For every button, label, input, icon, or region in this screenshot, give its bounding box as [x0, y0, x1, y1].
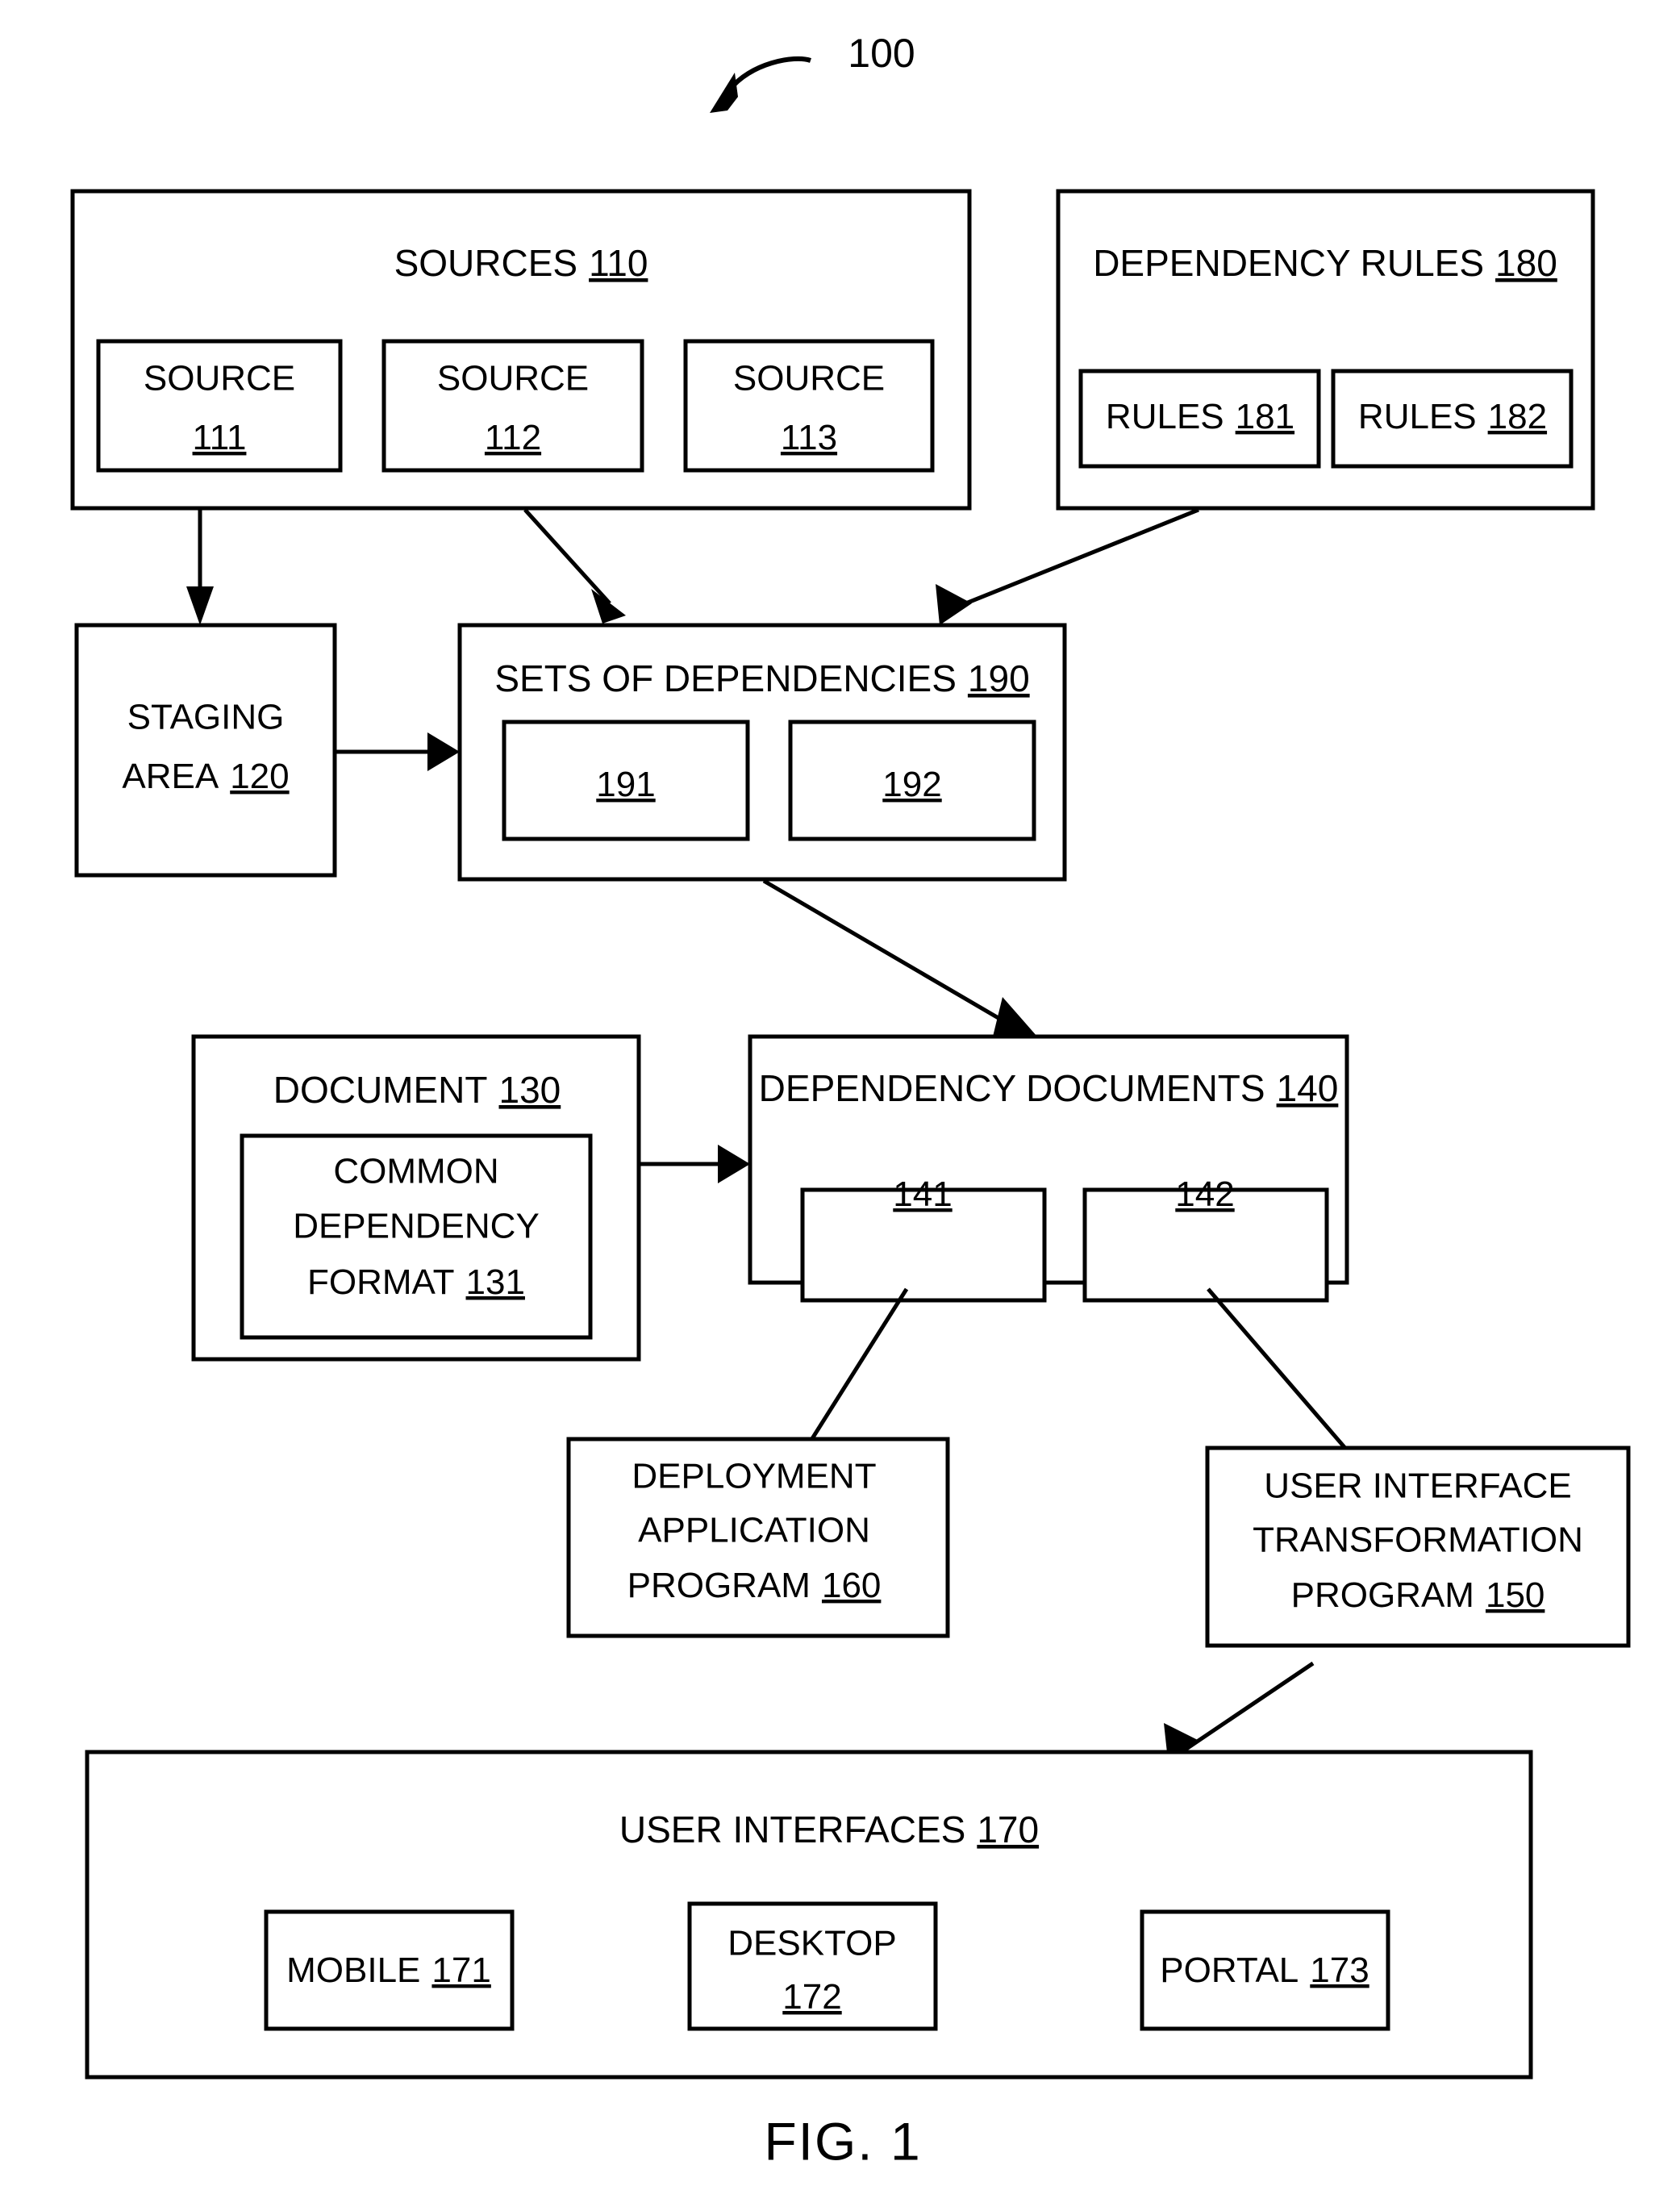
ui-transformation-program-line1: USER INTERFACE: [1264, 1466, 1571, 1506]
arrow-dependency-rules-to-sets-of-dependencies: [936, 507, 1199, 625]
dependency-documents-title: DEPENDENCY DOCUMENTS 140: [759, 1067, 1339, 1109]
dependency-set-191-ref: 191: [596, 765, 655, 804]
arrow-staging-to-sets-head: [427, 732, 460, 771]
figure-caption: FIG. 1: [764, 2111, 921, 2171]
deployment-application-program-line2: APPLICATION: [638, 1511, 870, 1550]
user-interface-portal-label: PORTAL 173: [1160, 1950, 1369, 1990]
arrow-document-to-docs-head: [718, 1145, 750, 1183]
common-dependency-format-line1: COMMON: [333, 1152, 498, 1191]
arrow-user-interface-transformation-program-to-user-interfaces: [1164, 1661, 1315, 1760]
source-112-ref: 112: [485, 418, 541, 457]
source-111-label: SOURCE: [144, 359, 295, 398]
staging-area-block: STAGING AREA 120: [74, 623, 337, 878]
common-dependency-format-line3: FORMAT 131: [307, 1262, 525, 1302]
dependency-document-142-ref: 142: [1175, 1174, 1234, 1214]
arrow-sets-to-docs-line: [762, 878, 1014, 1028]
source-112-label: SOURCE: [437, 359, 589, 398]
rules-181-label: RULES 181: [1106, 397, 1294, 436]
user-interface-desktop-label: DESKTOP: [727, 1924, 896, 1963]
sources-block: SOURCES 110 SOURCE 111 SOURCE 112 SOURCE …: [70, 189, 972, 511]
ui-transformation-program-line3: PROGRAM 150: [1291, 1575, 1545, 1615]
rules-182-label: RULES 182: [1358, 397, 1547, 436]
system-ref-label: 100: [848, 31, 915, 76]
common-dependency-format-line2: DEPENDENCY: [293, 1207, 540, 1246]
staging-area-line2: AREA 120: [122, 757, 289, 796]
dependency-rules-block: DEPENDENCY RULES 180 RULES 181 RULES 182: [1056, 189, 1595, 511]
user-interface-mobile-label: MOBILE 171: [286, 1950, 491, 1990]
arrow-document-to-dependency-documents: [639, 1145, 750, 1183]
source-113-ref: 113: [781, 418, 837, 457]
dependency-document-141-ref: 141: [893, 1174, 952, 1214]
sets-of-dependencies-title: SETS OF DEPENDENCIES 190: [494, 657, 1029, 699]
arrow-staging-area-to-sets-of-dependencies: [335, 732, 460, 771]
sources-title: SOURCES 110: [394, 242, 648, 284]
sets-of-dependencies-block: SETS OF DEPENDENCIES 190 191 192: [457, 623, 1067, 882]
system-diagram: 100 SOURCES 110 SOURCE 111 SOURCE 112 SOU…: [70, 31, 1631, 2171]
arrow-rules-to-sets-head: [936, 584, 972, 625]
dependency-documents-block: DEPENDENCY DOCUMENTS 140 141 142: [748, 1034, 1349, 1303]
document-block: DOCUMENT 130 COMMON DEPENDENCY FORMAT 131: [191, 1034, 641, 1362]
system-callout: 100: [710, 31, 915, 113]
staging-area-box: [74, 623, 337, 878]
arrow-uitransform-to-ui-line: [1180, 1661, 1315, 1754]
source-113-label: SOURCE: [733, 359, 885, 398]
patent-figure-page: 100 SOURCES 110 SOURCE 111 SOURCE 112 SOU…: [0, 0, 1680, 2207]
ui-transformation-program-line2: TRANSFORMATION: [1253, 1521, 1583, 1560]
deployment-application-program-line3: PROGRAM 160: [627, 1566, 882, 1605]
user-interface-transformation-program-block: USER INTERFACE TRANSFORMATION PROGRAM 150: [1205, 1446, 1631, 1648]
arrow-sources-to-staging-area: [186, 510, 214, 625]
document-title: DOCUMENT 130: [273, 1069, 561, 1111]
arrow-sets-to-docs-head: [993, 997, 1037, 1037]
arrow-sources-to-staging-area-head: [186, 586, 214, 625]
system-callout-curve: [727, 56, 811, 92]
system-callout-arrowhead: [710, 73, 738, 113]
arrow-rules-to-sets-line: [951, 507, 1199, 611]
source-111-ref: 111: [193, 418, 247, 457]
arrow-sources-to-sets-line: [523, 508, 611, 605]
arrow-sources-to-sets-head: [591, 589, 626, 624]
staging-area-line1: STAGING: [127, 698, 285, 737]
user-interface-desktop-ref: 172: [782, 1977, 841, 2017]
arrow-sources-to-sets-of-dependencies: [523, 508, 626, 624]
user-interfaces-block: USER INTERFACES 170 MOBILE 171 DESKTOP 172…: [85, 1750, 1533, 2080]
deployment-application-program-line1: DEPLOYMENT: [632, 1457, 876, 1496]
deployment-application-program-block: DEPLOYMENT APPLICATION PROGRAM 160: [566, 1437, 950, 1638]
dependency-set-192-ref: 192: [882, 765, 941, 804]
arrow-sets-of-dependencies-to-dependency-documents: [762, 878, 1037, 1037]
